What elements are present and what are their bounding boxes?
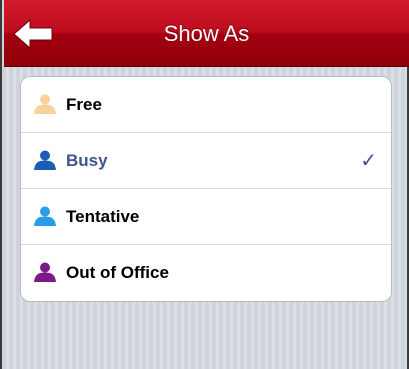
option-tentative[interactable]: Tentative (21, 189, 391, 245)
back-button[interactable] (12, 18, 54, 50)
option-free[interactable]: Free (21, 77, 391, 133)
show-as-options-list: Free Busy ✓ Tentative Out of Office (20, 76, 392, 302)
option-label: Busy (66, 151, 108, 170)
option-out-of-office[interactable]: Out of Office (21, 245, 391, 301)
navigation-bar: Show As (4, 0, 409, 67)
checkmark-icon: ✓ (360, 150, 377, 172)
person-icon (33, 262, 57, 282)
person-icon (33, 150, 57, 170)
option-label: Free (66, 95, 102, 114)
option-busy[interactable]: Busy ✓ (21, 133, 391, 189)
app-frame: Show As Free Busy ✓ Tentative Out of Off… (0, 0, 409, 369)
page-title: Show As (163, 21, 250, 46)
person-icon (33, 206, 57, 226)
option-label: Tentative (66, 207, 140, 226)
option-label: Out of Office (66, 263, 169, 282)
left-arrow-icon (13, 18, 53, 50)
person-icon (33, 94, 57, 114)
